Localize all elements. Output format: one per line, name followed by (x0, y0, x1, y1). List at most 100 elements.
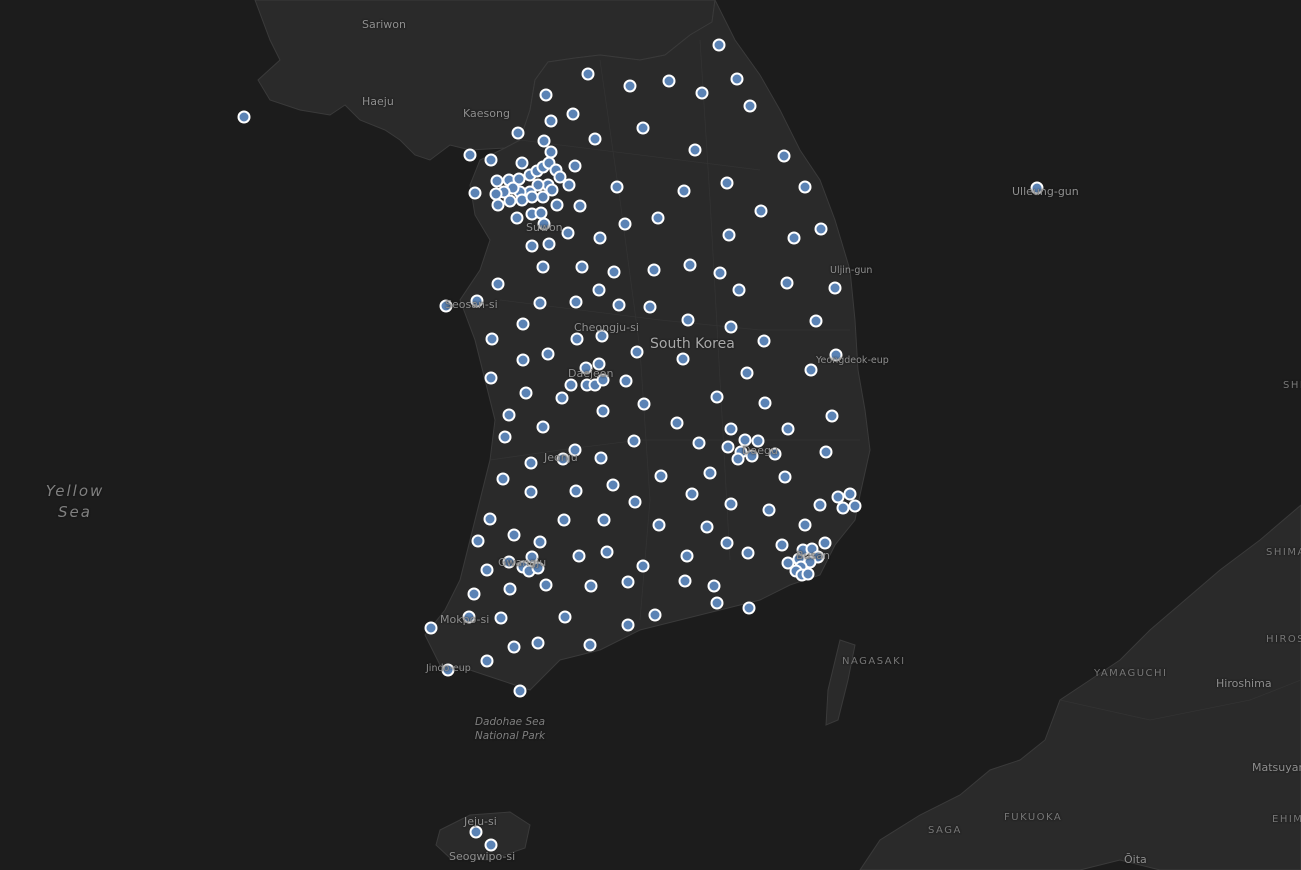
location-marker[interactable] (741, 546, 755, 560)
location-marker[interactable] (516, 353, 530, 367)
location-marker[interactable] (588, 132, 602, 146)
location-marker[interactable] (489, 187, 503, 201)
location-marker[interactable] (804, 363, 818, 377)
location-marker[interactable] (623, 79, 637, 93)
location-marker[interactable] (562, 178, 576, 192)
location-marker[interactable] (720, 176, 734, 190)
location-marker[interactable] (510, 211, 524, 225)
location-marker[interactable] (557, 513, 571, 527)
location-marker[interactable] (484, 371, 498, 385)
location-marker[interactable] (798, 180, 812, 194)
location-marker[interactable] (818, 536, 832, 550)
map-canvas[interactable]: Sariwon Haeju Kaesong Ulleung-gun Suwon … (0, 0, 1301, 870)
location-marker[interactable] (583, 638, 597, 652)
location-marker[interactable] (480, 563, 494, 577)
location-marker[interactable] (575, 260, 589, 274)
location-marker[interactable] (606, 478, 620, 492)
location-marker[interactable] (630, 345, 644, 359)
location-marker[interactable] (819, 445, 833, 459)
location-marker[interactable] (533, 535, 547, 549)
location-marker[interactable] (490, 174, 504, 188)
location-marker[interactable] (564, 378, 578, 392)
location-marker[interactable] (491, 277, 505, 291)
location-marker[interactable] (781, 422, 795, 436)
location-marker[interactable] (542, 237, 556, 251)
location-marker[interactable] (775, 538, 789, 552)
location-marker[interactable] (754, 204, 768, 218)
location-marker[interactable] (778, 470, 792, 484)
location-marker[interactable] (777, 149, 791, 163)
location-marker[interactable] (536, 420, 550, 434)
location-marker[interactable] (621, 575, 635, 589)
location-marker[interactable] (809, 314, 823, 328)
location-marker[interactable] (496, 472, 510, 486)
location-marker[interactable] (707, 579, 721, 593)
location-marker[interactable] (652, 518, 666, 532)
location-marker[interactable] (636, 559, 650, 573)
location-marker[interactable] (569, 484, 583, 498)
location-marker[interactable] (813, 498, 827, 512)
location-marker[interactable] (584, 579, 598, 593)
location-marker[interactable] (695, 86, 709, 100)
location-marker[interactable] (828, 281, 842, 295)
location-marker[interactable] (710, 390, 724, 404)
location-marker[interactable] (491, 198, 505, 212)
location-marker[interactable] (688, 143, 702, 157)
location-marker[interactable] (524, 485, 538, 499)
location-marker[interactable] (539, 578, 553, 592)
location-marker[interactable] (636, 121, 650, 135)
location-marker[interactable] (843, 487, 857, 501)
location-marker[interactable] (678, 574, 692, 588)
location-marker[interactable] (545, 183, 559, 197)
location-marker[interactable] (848, 499, 862, 513)
location-marker[interactable] (628, 495, 642, 509)
location-marker[interactable] (484, 153, 498, 167)
location-marker[interactable] (610, 180, 624, 194)
location-marker[interactable] (468, 186, 482, 200)
location-marker[interactable] (494, 611, 508, 625)
location-marker[interactable] (612, 298, 626, 312)
location-marker[interactable] (651, 211, 665, 225)
location-marker[interactable] (836, 501, 850, 515)
location-marker[interactable] (534, 206, 548, 220)
location-marker[interactable] (507, 640, 521, 654)
location-marker[interactable] (502, 408, 516, 422)
location-marker[interactable] (721, 440, 735, 454)
location-marker[interactable] (469, 825, 483, 839)
location-marker[interactable] (483, 512, 497, 526)
location-marker[interactable] (503, 194, 517, 208)
location-marker[interactable] (525, 239, 539, 253)
location-marker[interactable] (757, 334, 771, 348)
location-marker[interactable] (516, 317, 530, 331)
location-marker[interactable] (467, 587, 481, 601)
location-marker[interactable] (801, 567, 815, 581)
location-marker[interactable] (533, 296, 547, 310)
location-marker[interactable] (553, 170, 567, 184)
location-marker[interactable] (831, 490, 845, 504)
location-marker[interactable] (730, 72, 744, 86)
location-marker[interactable] (544, 114, 558, 128)
location-marker[interactable] (683, 258, 697, 272)
location-marker[interactable] (654, 469, 668, 483)
location-marker[interactable] (424, 621, 438, 635)
location-marker[interactable] (525, 190, 539, 204)
location-marker[interactable] (507, 528, 521, 542)
location-marker[interactable] (742, 601, 756, 615)
location-marker[interactable] (519, 386, 533, 400)
location-marker[interactable] (621, 618, 635, 632)
location-marker[interactable] (787, 231, 801, 245)
location-marker[interactable] (692, 436, 706, 450)
location-marker[interactable] (720, 536, 734, 550)
location-marker[interactable] (798, 518, 812, 532)
location-marker[interactable] (758, 396, 772, 410)
location-marker[interactable] (503, 582, 517, 596)
location-marker[interactable] (463, 148, 477, 162)
location-marker[interactable] (676, 352, 690, 366)
location-marker[interactable] (710, 596, 724, 610)
location-marker[interactable] (484, 838, 498, 852)
location-marker[interactable] (541, 347, 555, 361)
location-marker[interactable] (537, 134, 551, 148)
location-marker[interactable] (618, 217, 632, 231)
location-marker[interactable] (825, 409, 839, 423)
location-marker[interactable] (662, 74, 676, 88)
